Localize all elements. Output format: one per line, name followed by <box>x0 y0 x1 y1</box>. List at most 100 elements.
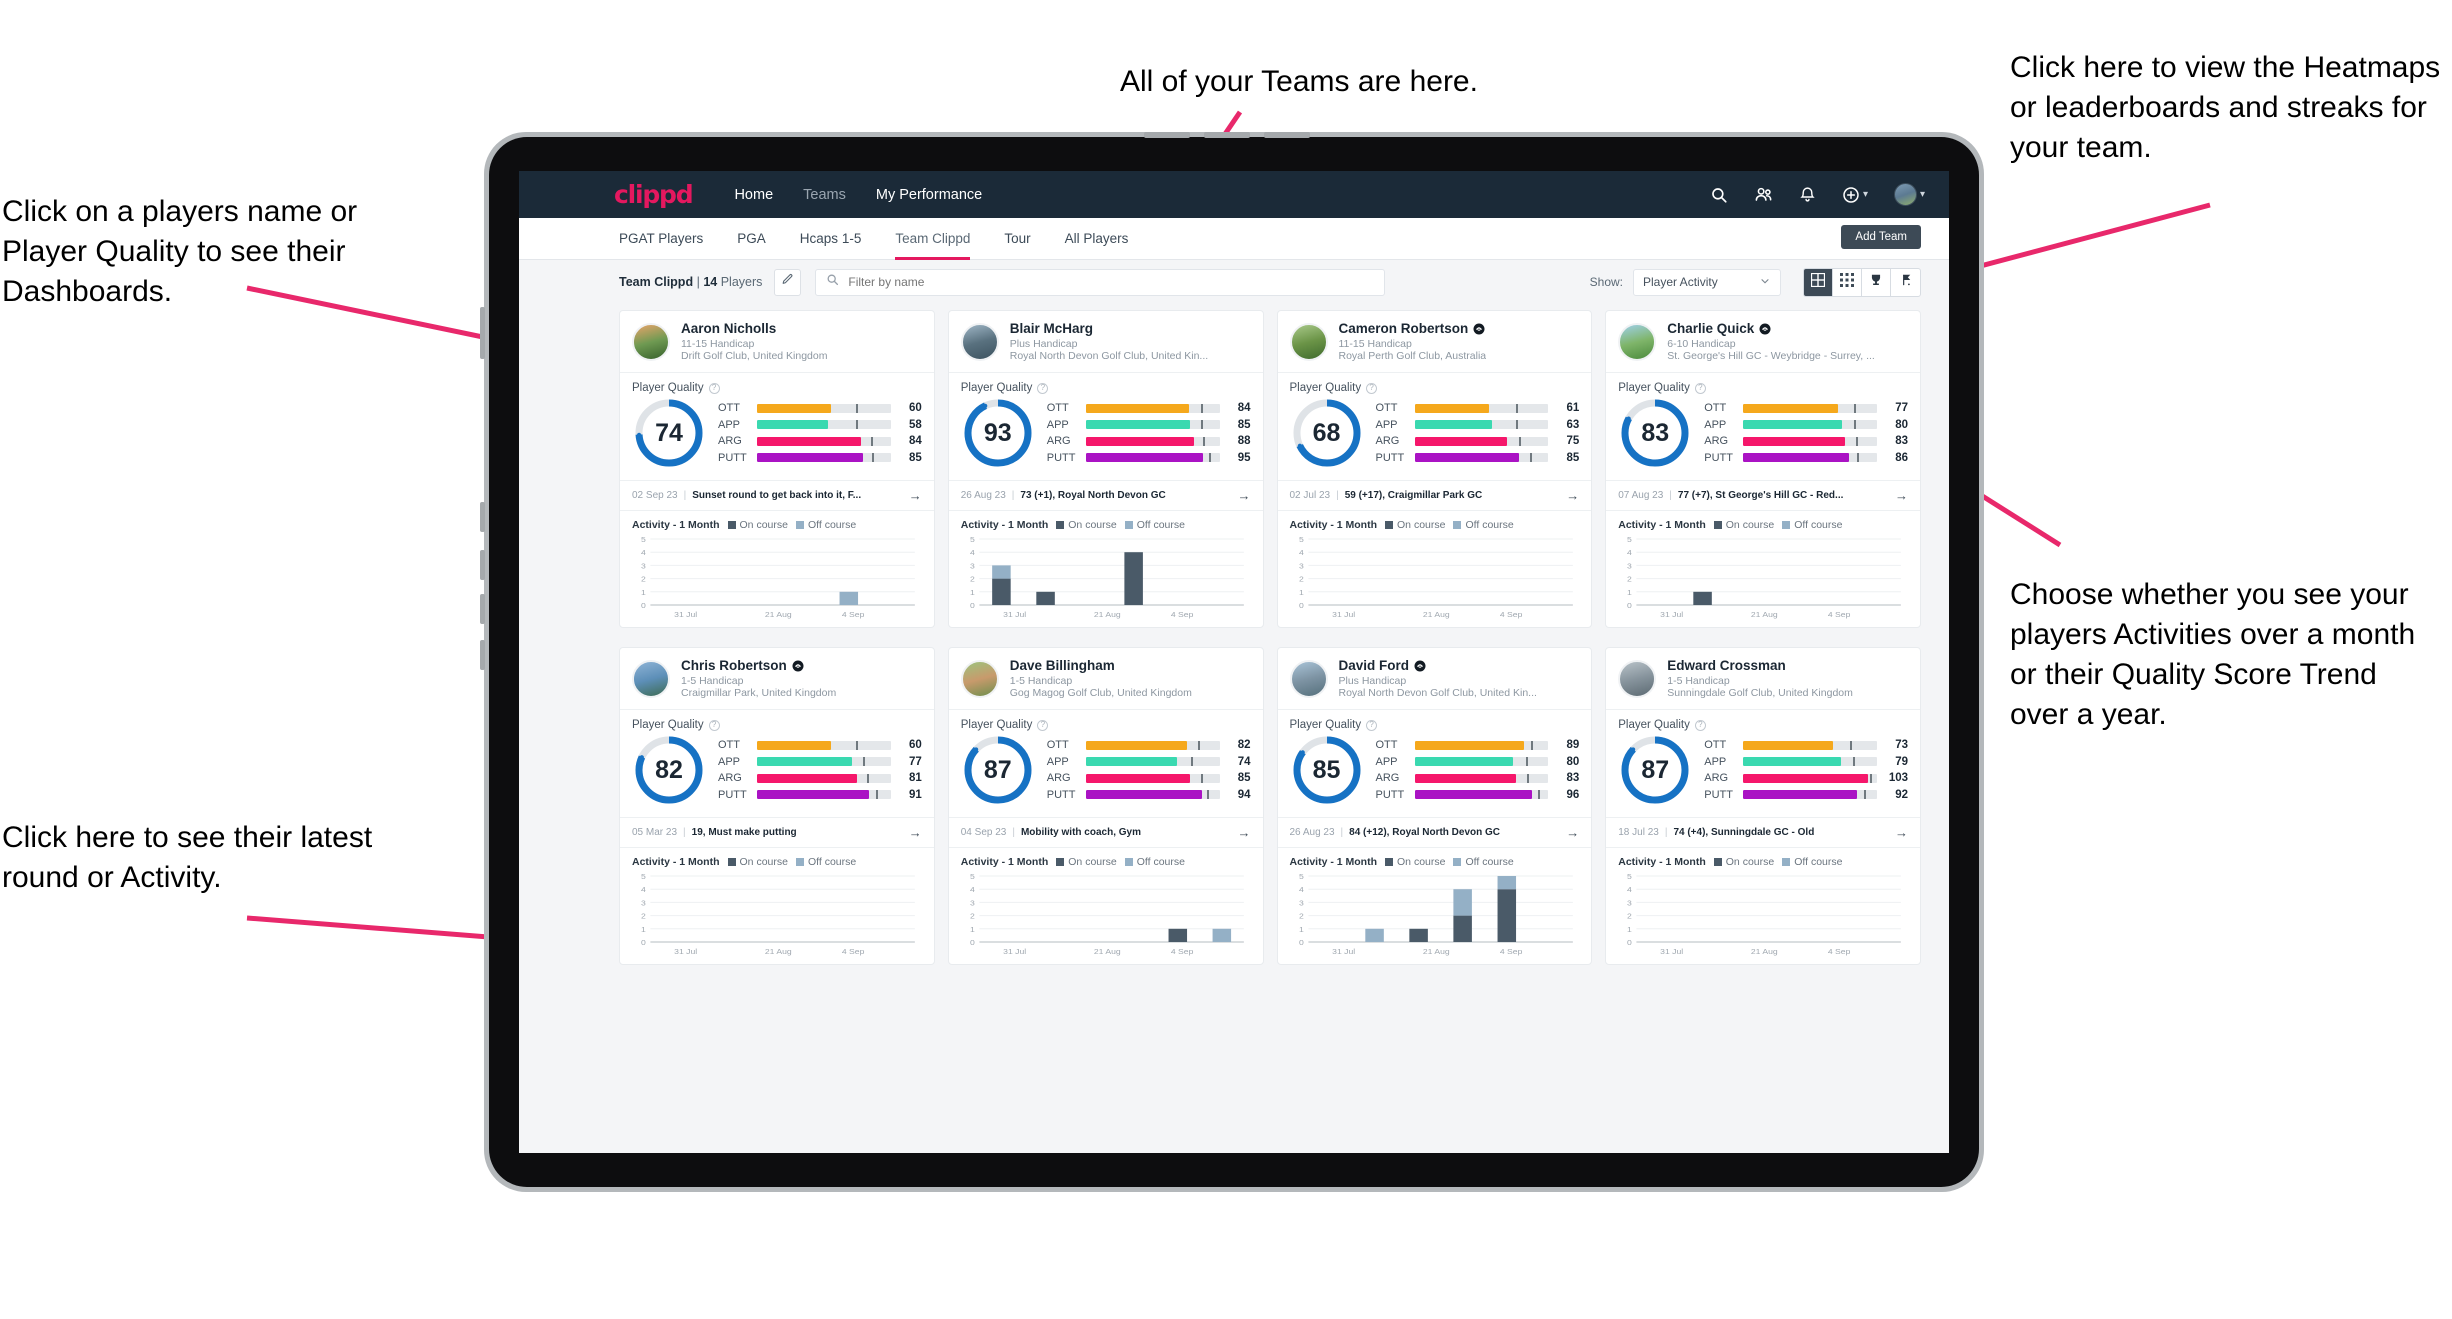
player-card-header[interactable]: Chris Robertson 1-5 Handicap Craigmillar… <box>620 648 934 710</box>
player-card-header[interactable]: Edward Crossman 1-5 Handicap Sunningdale… <box>1606 648 1920 710</box>
player-card[interactable]: Aaron Nicholls 11-15 Handicap Drift Golf… <box>619 310 935 628</box>
player-name[interactable]: Edward Crossman <box>1667 658 1786 673</box>
player-avatar[interactable] <box>1289 322 1328 361</box>
player-name[interactable]: Cameron Robertson <box>1339 321 1469 336</box>
player-card[interactable]: Edward Crossman 1-5 Handicap Sunningdale… <box>1605 647 1921 965</box>
player-name[interactable]: Dave Billingham <box>1010 658 1115 673</box>
player-name-row[interactable]: Chris Robertson <box>681 658 836 673</box>
player-card[interactable]: Cameron Robertson 11-15 Handicap Royal P… <box>1276 310 1593 628</box>
player-quality-body[interactable]: 85 OTT 89 APP 80 ARG 83 PUTT 96 <box>1278 733 1592 817</box>
player-quality-body[interactable]: 87 OTT 82 APP 74 ARG 85 PUTT 94 <box>949 733 1263 817</box>
latest-round-row[interactable]: 04 Sep 23 | Mobility with coach, Gym → <box>948 817 1263 847</box>
nav-link-home[interactable]: Home <box>734 187 773 203</box>
help-icon[interactable]: ? <box>1694 382 1706 394</box>
plus-circle-icon[interactable]: ▾ <box>1842 186 1868 204</box>
add-team-button[interactable]: Add Team <box>1841 225 1921 249</box>
player-avatar[interactable] <box>632 659 670 698</box>
help-icon[interactable]: ? <box>1037 719 1049 731</box>
trophy-leaderboard-view-button[interactable] <box>1862 268 1891 296</box>
arrow-right-icon[interactable]: → <box>1238 488 1251 503</box>
player-name[interactable]: Blair McHarg <box>1010 321 1093 336</box>
player-name-row[interactable]: Blair McHarg <box>1010 321 1208 336</box>
arrow-right-icon[interactable]: → <box>1566 825 1579 840</box>
player-avatar[interactable] <box>1289 659 1328 698</box>
show-select[interactable]: Player Activity <box>1633 268 1781 296</box>
player-card[interactable]: Charlie Quick 6-10 Handicap St. George's… <box>1605 310 1921 628</box>
player-card[interactable]: Dave Billingham 1-5 Handicap Gog Magog G… <box>947 647 1264 965</box>
player-name-row[interactable]: Charlie Quick <box>1667 321 1875 336</box>
player-name[interactable]: Charlie Quick <box>1667 321 1754 336</box>
player-name[interactable]: David Ford <box>1339 658 1410 673</box>
player-avatar[interactable] <box>960 322 999 361</box>
search-icon[interactable] <box>1710 186 1728 204</box>
help-icon[interactable]: ? <box>1366 719 1378 731</box>
player-quality-body[interactable]: 68 OTT 61 APP 63 ARG 75 PUTT 85 <box>1278 396 1592 480</box>
player-name-row[interactable]: Cameron Robertson <box>1339 321 1487 336</box>
arrow-right-icon[interactable]: → <box>909 488 922 503</box>
help-icon[interactable]: ? <box>1694 719 1706 731</box>
tab-tour[interactable]: Tour <box>1004 218 1030 260</box>
latest-round-row[interactable]: 18 Jul 23 | 74 (+4), Sunningdale GC - Ol… <box>1606 817 1920 847</box>
player-quality-body[interactable]: 74 OTT 60 APP 58 ARG 84 PUTT 85 <box>620 396 934 480</box>
clippd-logo[interactable]: clippd <box>614 180 694 209</box>
quality-score-ring[interactable]: 83 <box>1618 396 1692 470</box>
player-name-row[interactable]: Aaron Nicholls <box>681 321 827 336</box>
quality-score-ring[interactable]: 93 <box>961 396 1035 470</box>
player-avatar[interactable] <box>1618 659 1657 698</box>
arrow-right-icon[interactable]: → <box>1238 825 1251 840</box>
player-card-header[interactable]: Blair McHarg Plus Handicap Royal North D… <box>948 311 1263 373</box>
latest-round-row[interactable]: 02 Jul 23 | 59 (+17), Craigmillar Park G… <box>1277 480 1592 510</box>
nav-link-my-performance[interactable]: My Performance <box>876 187 982 203</box>
latest-round-row[interactable]: 02 Sep 23 | Sunset round to get back int… <box>620 480 934 510</box>
people-icon[interactable] <box>1754 185 1773 204</box>
player-card[interactable]: David Ford Plus Handicap Royal North Dev… <box>1276 647 1593 965</box>
player-name-row[interactable]: David Ford <box>1339 658 1537 673</box>
bell-icon[interactable] <box>1799 186 1816 203</box>
search-box[interactable] <box>815 268 1386 296</box>
tab-pga[interactable]: PGA <box>737 218 766 260</box>
latest-round-row[interactable]: 26 Aug 23 | 84 (+12), Royal North Devon … <box>1277 817 1592 847</box>
dense-grid-view-button[interactable] <box>1833 268 1862 296</box>
arrow-right-icon[interactable]: → <box>1895 488 1908 503</box>
help-icon[interactable]: ? <box>1037 382 1049 394</box>
player-quality-body[interactable]: 93 OTT 84 APP 85 ARG 88 PUTT 95 <box>949 396 1263 480</box>
tab-pgat-players[interactable]: PGAT Players <box>619 218 703 260</box>
player-card-header[interactable]: Aaron Nicholls 11-15 Handicap Drift Golf… <box>620 311 934 373</box>
player-name[interactable]: Chris Robertson <box>681 658 787 673</box>
arrow-right-icon[interactable]: → <box>1566 488 1579 503</box>
player-name-row[interactable]: Dave Billingham <box>1010 658 1192 673</box>
player-card[interactable]: Blair McHarg Plus Handicap Royal North D… <box>947 310 1264 628</box>
latest-round-row[interactable]: 26 Aug 23 | 73 (+1), Royal North Devon G… <box>948 480 1263 510</box>
player-card[interactable]: Chris Robertson 1-5 Handicap Craigmillar… <box>619 647 935 965</box>
latest-round-row[interactable]: 07 Aug 23 | 77 (+7), St George's Hill GC… <box>1606 480 1920 510</box>
player-quality-body[interactable]: 82 OTT 60 APP 77 ARG 81 PUTT 91 <box>620 733 934 817</box>
edit-team-button[interactable] <box>774 268 802 296</box>
avatar[interactable]: ▾ <box>1893 183 1925 206</box>
player-quality-body[interactable]: 87 OTT 73 APP 79 ARG 103 PUTT 92 <box>1606 733 1920 817</box>
player-card-header[interactable]: David Ford Plus Handicap Royal North Dev… <box>1277 648 1592 710</box>
player-avatar[interactable] <box>632 322 670 361</box>
search-input[interactable] <box>848 275 1375 289</box>
help-icon[interactable]: ? <box>708 382 720 394</box>
tab-hcaps-1-5[interactable]: Hcaps 1-5 <box>800 218 862 260</box>
quality-score-ring[interactable]: 85 <box>1290 733 1364 807</box>
player-card-header[interactable]: Cameron Robertson 11-15 Handicap Royal P… <box>1277 311 1592 373</box>
player-name[interactable]: Aaron Nicholls <box>681 321 776 336</box>
grid-view-button[interactable] <box>1804 268 1833 296</box>
quality-score-ring[interactable]: 87 <box>1618 733 1692 807</box>
latest-round-row[interactable]: 05 Mar 23 | 19, Must make putting → <box>620 817 934 847</box>
flagstick-view-button[interactable] <box>1891 269 1920 296</box>
player-card-header[interactable]: Dave Billingham 1-5 Handicap Gog Magog G… <box>948 648 1263 710</box>
quality-score-ring[interactable]: 74 <box>632 396 706 470</box>
quality-score-ring[interactable]: 82 <box>632 733 706 807</box>
player-name-row[interactable]: Edward Crossman <box>1667 658 1853 673</box>
player-avatar[interactable] <box>1618 322 1657 361</box>
tab-team-clippd[interactable]: Team Clippd <box>895 218 971 260</box>
quality-score-ring[interactable]: 68 <box>1290 396 1364 470</box>
player-avatar[interactable] <box>960 659 999 698</box>
quality-score-ring[interactable]: 87 <box>961 733 1035 807</box>
help-icon[interactable]: ? <box>1366 382 1378 394</box>
player-card-header[interactable]: Charlie Quick 6-10 Handicap St. George's… <box>1606 311 1920 373</box>
help-icon[interactable]: ? <box>708 719 720 731</box>
nav-link-teams[interactable]: Teams <box>803 187 846 203</box>
